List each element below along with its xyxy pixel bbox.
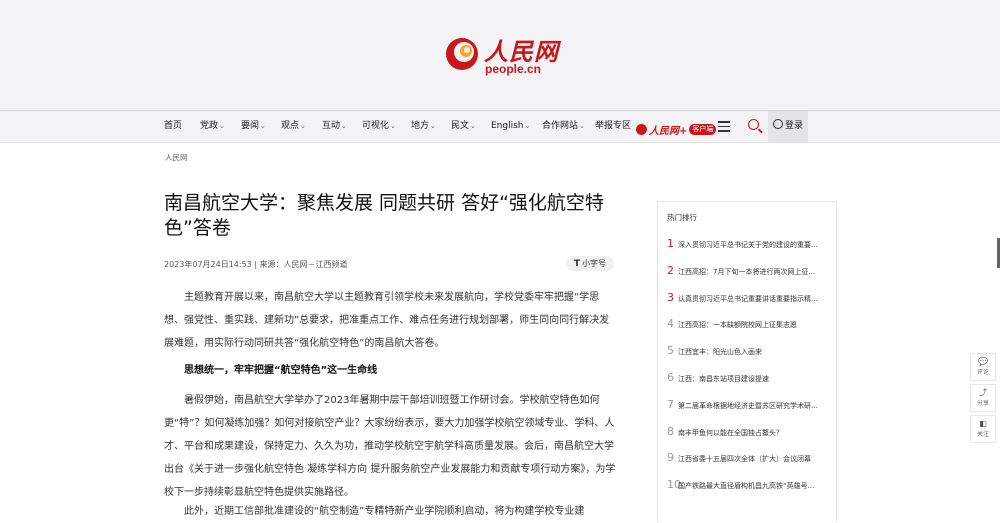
chevron-down-icon: ⌄ [260, 122, 266, 130]
hot-item-title: 江西：南昌东站项目建设提速 [678, 375, 769, 383]
hot-rank-number: 3 [667, 290, 674, 304]
hot-item-title: 江西高招：一本缺额院校网上征集志愿 [678, 321, 797, 330]
breadcrumb[interactable]: 人民网 [165, 152, 188, 163]
nav-item-english[interactable]: English⌄ [491, 111, 530, 142]
side-tool-label: 评论 [976, 369, 989, 376]
chevron-down-icon: ⌄ [579, 122, 585, 130]
hot-rank-number: 8 [667, 424, 674, 438]
hot-item-title: 江西省委十五届四次全体（扩大）会议闭幕 [678, 455, 811, 464]
nav-item-news[interactable]: 要闻⌄ [241, 111, 266, 142]
hot-item[interactable]: 2 江西高招：7月下旬一本将进行两次网上征... [658, 264, 836, 291]
hot-item[interactable]: 8 南丰甲鱼何以能在全国独占鳌头？ [658, 425, 836, 452]
side-tool-label: 关注 [976, 431, 989, 438]
nav-item-local[interactable]: 地方⌄ [411, 111, 436, 142]
hot-rank-number: 6 [667, 371, 674, 384]
article-paragraph: 此外，近期工信部批准建设的“航空制造”专精特新产业学院顺利启动，将为构建学校专业… [184, 506, 585, 517]
client-badge: 客户端 [689, 124, 717, 135]
article-paragraph: 主题教育开展以来，南昌航空大学以主题教育引领学校未来发展航向，学校党委牢牢把握“… [164, 292, 610, 349]
user-icon [773, 119, 783, 129]
main-nav: 首页 党政⌄ 要闻⌄ 观点⌄ 互动⌄ 可视化⌄ 地方⌄ 民文⌄ English⌄… [0, 110, 1000, 143]
chevron-down-icon: ⌄ [430, 122, 436, 130]
hot-rank-number: 5 [667, 344, 674, 358]
logo-subtext: people.cn [485, 62, 542, 76]
chevron-down-icon: ⌄ [300, 122, 306, 130]
hot-item[interactable]: 1 深入贯彻习近平总书记关于党的建设的重要... [658, 237, 836, 264]
chevron-down-icon: ⌄ [390, 122, 396, 130]
hot-rank-number: 2 [667, 263, 674, 277]
login-button[interactable]: 登录 [768, 111, 808, 142]
hot-rank-number: 9 [667, 451, 674, 465]
hot-item[interactable]: 5 江西宜丰：阳光山色入画来 [658, 344, 836, 371]
hot-rank-number: 4 [667, 317, 674, 331]
font-size-icon: T [573, 259, 581, 269]
hot-item[interactable]: 6 江西：南昌东站项目建设提速 [658, 371, 836, 398]
hot-ranking-panel: 热门排行 1 深入贯彻习近平总书记关于党的建设的重要... 2 江西高招：7月下旬一本… [657, 201, 837, 522]
nav-item-party[interactable]: 党政⌄ [200, 111, 225, 142]
search-icon[interactable] [748, 119, 759, 130]
article-meta: 2023年07月24日14:53 | 来源：人民网－江西频道 [164, 260, 348, 269]
article-paragraph: 暑假伊始，南昌航空大学举办了2023年暑期中层干部培训班暨工作研讨会。学校航空特… [164, 395, 616, 498]
hot-ranking-title: 热门排行 [667, 213, 697, 222]
side-tool-follow[interactable]: ◧ 关注 [970, 415, 996, 443]
hot-rank-number: 1 [667, 237, 674, 250]
hot-item-title: 认真贯彻习近平总书记重要讲话重要指示精... [678, 294, 818, 303]
follow-icon: ◧ [979, 419, 987, 428]
menu-icon[interactable] [718, 121, 730, 132]
side-tool-share[interactable]: ⤴ 分享 [970, 384, 996, 412]
nav-item-partners[interactable]: 合作网站⌄ [542, 111, 585, 142]
side-tool-comment[interactable]: 💬 评论 [970, 353, 996, 381]
hot-item[interactable]: 3 认真贯彻习近平总书记重要讲话重要指示精... [658, 291, 836, 318]
font-size-button[interactable]: T 小字号 [566, 256, 614, 271]
share-icon: ⤴ [979, 388, 987, 397]
site-logo[interactable]: 人民网 people.cn [444, 34, 564, 80]
chevron-down-icon: ⌄ [219, 122, 225, 130]
chevron-down-icon: ⌄ [470, 122, 476, 130]
nav-item-ethnic[interactable]: 民文⌄ [451, 111, 476, 142]
hot-item[interactable]: 7 第二届革命根据地经济史暨苏区研究学术研... [658, 398, 836, 425]
hot-item-title: 第二届革命根据地经济史暨苏区研究学术研... [678, 401, 818, 410]
hot-rank-number: 7 [667, 397, 674, 411]
app-logo-icon [636, 124, 647, 135]
comment-icon: 💬 [978, 357, 988, 366]
hot-item[interactable]: 9 江西省委十五届四次全体（扩大）会议闭幕 [658, 451, 836, 478]
chevron-down-icon: ⌄ [524, 122, 531, 130]
app-download-link[interactable]: 人民网+ 客户端 [636, 119, 717, 137]
chevron-down-icon: ⌄ [341, 122, 347, 130]
nav-item-interact[interactable]: 互动⌄ [322, 111, 347, 142]
nav-item-visual[interactable]: 可视化⌄ [362, 111, 396, 142]
nav-item-opinion[interactable]: 观点⌄ [281, 111, 306, 142]
hot-item-title: 南丰甲鱼何以能在全国独占鳌头？ [678, 428, 783, 437]
hot-item[interactable]: 4 江西高招：一本缺额院校网上征集志愿 [658, 317, 836, 344]
article-title: 南昌航空大学：聚焦发展 同题共研 答好“强化航空特色”答卷 [164, 192, 604, 239]
hot-item-title: 江西宜丰：阳光山色入画来 [678, 348, 762, 357]
hot-item-title: 国产铁路最大直径盾构机昌九高铁“英雄号... [678, 482, 815, 491]
nav-item-report[interactable]: 举报专区 [595, 111, 631, 142]
logo-mark-icon [446, 38, 478, 70]
article-subhead: 思想统一，牢牢把握“航空特色”这一生命线 [184, 365, 378, 376]
side-tool-label: 分享 [976, 400, 989, 407]
site-header: 人民网 people.cn [0, 0, 1000, 110]
hot-item[interactable]: 10 国产铁路最大直径盾构机昌九高铁“英雄号... [658, 478, 836, 505]
hot-item-title: 深入贯彻习近平总书记关于党的建设的重要... [678, 241, 818, 249]
nav-item-home[interactable]: 首页 [164, 111, 182, 142]
hot-item-title: 江西高招：7月下旬一本将进行两次网上征... [678, 267, 816, 276]
